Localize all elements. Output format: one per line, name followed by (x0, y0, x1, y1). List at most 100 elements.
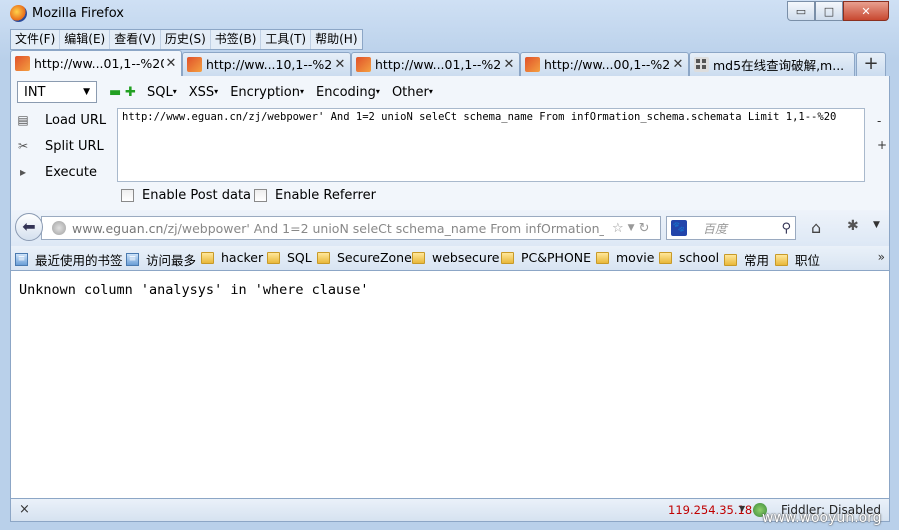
url-text[interactable]: www.eguan.cn/zj/webpower' And 1=2 unioN … (72, 221, 604, 236)
type-select[interactable]: INT ▼ (17, 81, 97, 103)
back-button[interactable]: ⬅ (15, 213, 43, 241)
bookmarks-toolbar: ≡ 最近使用的书签 ≡ 访问最多 hacker SQL SecureZone web… (10, 246, 890, 271)
grid-favicon-icon (694, 57, 709, 72)
load-url-icon: ▤ (17, 113, 29, 127)
tab-close-icon[interactable]: ✕ (671, 57, 685, 72)
site-favicon-icon (15, 56, 30, 71)
window-controls: ▭ □ ✕ (787, 1, 889, 21)
play-icon: ▸ (19, 165, 27, 179)
close-addon-bar-button[interactable]: × (19, 502, 30, 517)
globe-icon (52, 221, 66, 235)
url-tools: ☆ ▼ ↻ (608, 221, 649, 236)
menu-encoding[interactable]: Encoding▾ (316, 85, 380, 100)
tab-1[interactable]: http://ww...01,1--%20 ✕ (10, 50, 182, 76)
hackbar-panel: INT ▼ ▬ ✚ SQL▾ XSS▾ Encryption▾ Encoding… (10, 76, 890, 210)
site-favicon-icon (525, 57, 540, 72)
tab-label: md5在线查询破解,m... (713, 58, 845, 73)
folder-icon (267, 251, 280, 264)
bookmark-label: websecure (432, 250, 500, 265)
maximize-button[interactable]: □ (815, 1, 843, 21)
bookmark-label: PC&PHONE (521, 250, 592, 265)
enable-referrer-checkbox[interactable]: Enable Referrer (254, 188, 376, 203)
hackbar-url-textarea[interactable]: http://www.eguan.cn/zj/webpower' And 1=2… (117, 108, 865, 182)
enable-post-label: Enable Post data (142, 188, 252, 203)
bookmark-folder-jobs[interactable]: 职位 (775, 250, 820, 269)
folder-icon (201, 251, 214, 264)
shrink-textarea-button[interactable]: - (877, 114, 881, 128)
bookmark-folder-pcphone[interactable]: PC&PHONE (501, 250, 591, 265)
enable-post-checkbox[interactable]: Enable Post data (121, 188, 251, 203)
home-icon[interactable]: ⌂ (811, 218, 821, 237)
search-box[interactable]: 🐾 百度 ⚲ (666, 216, 796, 240)
chevron-down-icon[interactable]: ▼ (739, 504, 745, 513)
load-url-button[interactable]: ▤ Load URL (15, 109, 115, 131)
tab-close-icon[interactable]: ✕ (333, 57, 347, 72)
bookmark-folder-sql[interactable]: SQL (267, 250, 312, 265)
bookmark-label: 常用 (744, 253, 770, 268)
tab-label: http://ww...10,1--%20 (206, 57, 333, 72)
bookmark-label: 职位 (795, 253, 821, 268)
tab-4[interactable]: http://ww...00,1--%20 ✕ (520, 52, 689, 76)
menu-encryption[interactable]: Encryption▾ (230, 85, 304, 100)
tab-close-icon[interactable]: ✕ (164, 56, 178, 71)
menu-file[interactable]: 文件(F) (11, 30, 61, 49)
tab-label: http://ww...00,1--%20 (544, 57, 671, 72)
bookmark-star-icon[interactable]: ☆ (612, 221, 624, 236)
tab-3[interactable]: http://ww...01,1--%20 ✕ (351, 52, 520, 76)
firebug-icon[interactable]: ✱ (847, 218, 859, 234)
expand-textarea-button[interactable]: + (877, 138, 887, 152)
site-favicon-icon (187, 57, 202, 72)
url-domain: www.eguan.cn (72, 220, 164, 236)
browser-window: Mozilla Firefox ▭ □ ✕ 文件(F) 编辑(E) 查看(V) … (0, 0, 899, 530)
execute-label: Execute (45, 164, 97, 180)
bookmark-label: hacker (221, 250, 264, 265)
checkbox-box (121, 189, 134, 202)
menu-history[interactable]: 历史(S) (161, 30, 211, 49)
menu-bookmarks[interactable]: 书签(B) (211, 30, 262, 49)
smart-folder-icon: ≡ (126, 253, 139, 266)
title-bar: Mozilla Firefox ▭ □ ✕ (0, 0, 899, 28)
menu-xss[interactable]: XSS▾ (189, 85, 218, 100)
tab-5[interactable]: md5在线查询破解,m... (689, 52, 855, 76)
execute-button[interactable]: ▸ Execute (15, 161, 115, 183)
bookmark-folder-school[interactable]: school (659, 250, 719, 265)
folder-icon (659, 251, 672, 264)
menu-xss-label: XSS (188, 84, 215, 100)
reload-icon[interactable]: ↻ (639, 221, 650, 236)
menu-sql[interactable]: SQL▾ (147, 85, 177, 100)
minus-icon[interactable]: ▬ (109, 85, 121, 100)
tab-2[interactable]: http://ww...10,1--%20 ✕ (182, 52, 351, 76)
minimize-button[interactable]: ▭ (787, 1, 815, 21)
folder-icon (775, 253, 788, 266)
bookmark-folder-websecure[interactable]: websecure (412, 250, 499, 265)
plus-icon[interactable]: ✚ (125, 85, 136, 100)
menu-help[interactable]: 帮助(H) (311, 30, 361, 49)
search-icon[interactable]: ⚲ (781, 221, 791, 236)
bookmark-recent[interactable]: ≡ 最近使用的书签 (15, 250, 123, 269)
menu-other[interactable]: Other▾ (392, 85, 433, 100)
url-path: /zj/webpower' And 1=2 unioN seleCt schem… (163, 220, 604, 236)
enable-referrer-label: Enable Referrer (275, 188, 376, 203)
close-button[interactable]: ✕ (843, 1, 889, 21)
new-tab-button[interactable]: + (856, 52, 886, 76)
bookmark-folder-securezone[interactable]: SecureZone (317, 250, 412, 265)
history-dropdown-icon[interactable]: ▼ (628, 223, 635, 233)
menu-view[interactable]: 查看(V) (110, 30, 161, 49)
bookmarks-overflow-button[interactable]: » (878, 250, 885, 264)
bookmark-folder-movie[interactable]: movie (596, 250, 654, 265)
search-input[interactable]: 百度 (703, 220, 781, 237)
menu-edit[interactable]: 编辑(E) (60, 30, 111, 49)
tab-close-icon[interactable]: ✕ (502, 57, 516, 72)
bookmark-most-visited[interactable]: ≡ 访问最多 (126, 250, 196, 269)
baidu-paw-icon[interactable]: 🐾 (671, 220, 687, 236)
menu-encoding-label: Encoding (316, 84, 376, 100)
url-bar[interactable]: www.eguan.cn/zj/webpower' And 1=2 unioN … (41, 216, 661, 240)
watermark: www.wooyun.org (762, 510, 882, 526)
bookmark-folder-hacker[interactable]: hacker (201, 250, 263, 265)
bookmark-label: 最近使用的书签 (35, 253, 123, 268)
window-title: Mozilla Firefox (32, 6, 124, 21)
split-url-button[interactable]: ✂ Split URL (15, 135, 115, 157)
bookmark-folder-common[interactable]: 常用 (724, 250, 769, 269)
chevron-down-icon[interactable]: ▼ (873, 220, 880, 230)
menu-tools[interactable]: 工具(T) (261, 30, 312, 49)
